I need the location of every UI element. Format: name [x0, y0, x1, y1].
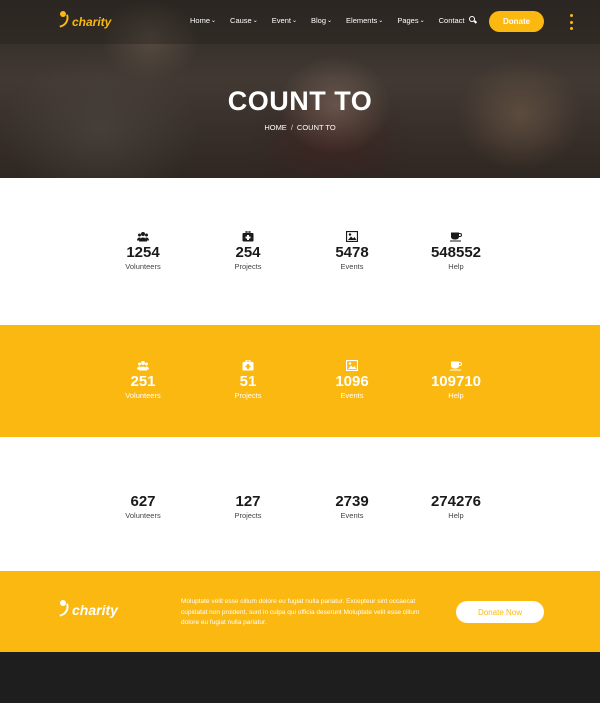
page-title: COUNT TO — [227, 86, 373, 116]
logo-person-icon — [56, 600, 72, 618]
donate-button[interactable]: Donate — [489, 11, 544, 32]
nav-item-label: Cause — [230, 16, 252, 25]
nav-item-label: Pages — [397, 16, 419, 25]
users-icon — [137, 361, 149, 371]
chevron-down-icon: ⌄ — [327, 18, 333, 24]
counter-value: 251 — [130, 373, 156, 390]
search-icon[interactable] — [469, 16, 478, 24]
counter-label: Volunteers — [125, 391, 161, 400]
counter-value: 1254 — [126, 244, 160, 261]
nav-item-label: Blog — [310, 16, 326, 25]
counter-label: Events — [340, 391, 364, 400]
counter-value: 5478 — [335, 244, 369, 261]
nav-item-home[interactable]: Home ⌄ — [190, 16, 216, 25]
nav-item-blog[interactable]: Blog ⌄ — [311, 16, 332, 25]
nav-item-contact[interactable]: Contact — [439, 16, 465, 25]
breadcrumb-separator: / — [290, 123, 293, 132]
chevron-down-icon: ⌄ — [291, 18, 297, 24]
counter-events: 1096 Events — [307, 360, 397, 400]
nav-item-label: Elements — [346, 16, 378, 25]
footer-logo[interactable]: charity — [56, 600, 118, 618]
nav-item-label: Contact — [438, 16, 465, 25]
chevron-down-icon: ⌄ — [211, 18, 217, 24]
logo-text: charity — [72, 15, 112, 29]
chevron-down-icon: ⌄ — [378, 18, 384, 24]
breadcrumb: HOME / COUNT TO — [0, 123, 600, 132]
counter-label: Events — [340, 511, 364, 520]
counter-volunteers: 251 Volunteers — [98, 360, 188, 400]
site-logo[interactable]: charity — [56, 11, 112, 29]
counter-section-yellow: 251 Volunteers 51 Projects 1096 Events 1… — [0, 325, 600, 437]
counter-value: 274276 — [430, 493, 482, 510]
counter-label: Help — [448, 511, 464, 520]
logo-text: charity — [72, 602, 118, 618]
image-icon — [346, 231, 358, 242]
nav-item-event[interactable]: Event ⌄ — [272, 16, 297, 25]
counter-value: 627 — [130, 493, 156, 510]
counter-label: Events — [340, 262, 364, 271]
counter-events: 2739 Events — [307, 491, 397, 521]
kebab-menu-icon[interactable] — [569, 14, 573, 30]
counter-projects: 51 Projects — [203, 360, 293, 400]
chevron-down-icon: ⌄ — [419, 18, 425, 24]
counter-label: Help — [448, 391, 464, 400]
counter-label: Projects — [234, 511, 262, 520]
counter-value: 109710 — [430, 373, 482, 390]
cta-description: Moluptate velit esse cillum dolore eu fu… — [181, 598, 420, 626]
counter-value: 548552 — [430, 244, 482, 261]
counter-label: Projects — [234, 391, 262, 400]
nav-item-elements[interactable]: Elements ⌄ — [346, 16, 383, 25]
breadcrumb-current: COUNT TO — [296, 123, 336, 132]
counter-value: 1096 — [335, 373, 369, 390]
medkit-icon — [242, 231, 254, 242]
page-header-hero: charity Home ⌄ Cause ⌄ Event ⌄ Blog ⌄ Elemen… — [0, 0, 600, 178]
counter-value: 254 — [235, 244, 261, 261]
counter-label: Volunteers — [125, 262, 161, 271]
counter-section-white-icons: 1254 Volunteers 254 Projects 5478 Events… — [0, 178, 600, 325]
nav-item-pages[interactable]: Pages ⌄ — [397, 16, 424, 25]
chevron-down-icon: ⌄ — [252, 18, 258, 24]
donate-now-button[interactable]: Donate Now — [456, 601, 544, 623]
nav-item-label: Event — [271, 16, 291, 25]
coffee-icon — [450, 232, 462, 242]
footer-cta: charity Moluptate velit esse cillum dolo… — [0, 571, 600, 652]
counter-volunteers: 1254 Volunteers — [98, 231, 188, 271]
counter-label: Help — [448, 262, 464, 271]
nav-item-cause[interactable]: Cause ⌄ — [230, 16, 258, 25]
counter-projects: 127 Projects — [203, 491, 293, 521]
counter-events: 5478 Events — [307, 231, 397, 271]
footer-dark-bar — [0, 652, 600, 703]
breadcrumb-home-link[interactable]: HOME — [264, 123, 287, 132]
counter-label: Projects — [234, 262, 262, 271]
counter-section-white-plain: 627 Volunteers 127 Projects 2739 Events … — [0, 437, 600, 571]
counter-help: 274276 Help — [411, 491, 501, 521]
main-navbar: charity Home ⌄ Cause ⌄ Event ⌄ Blog ⌄ Elemen… — [0, 0, 600, 44]
nav-item-label: Home — [190, 16, 211, 25]
counter-value: 51 — [239, 373, 257, 390]
counter-label: Volunteers — [125, 511, 161, 520]
coffee-icon — [450, 361, 462, 371]
image-icon — [346, 360, 358, 371]
nav-menu: Home ⌄ Cause ⌄ Event ⌄ Blog ⌄ Elements ⌄ Page… — [190, 16, 479, 25]
medkit-icon — [242, 360, 254, 371]
logo-person-icon — [56, 11, 72, 29]
counter-volunteers: 627 Volunteers — [98, 491, 188, 521]
counter-projects: 254 Projects — [203, 231, 293, 271]
counter-help: 109710 Help — [411, 360, 501, 400]
counter-help: 548552 Help — [411, 231, 501, 271]
counter-value: 127 — [235, 493, 261, 510]
counter-value: 2739 — [335, 493, 369, 510]
users-icon — [137, 232, 149, 242]
